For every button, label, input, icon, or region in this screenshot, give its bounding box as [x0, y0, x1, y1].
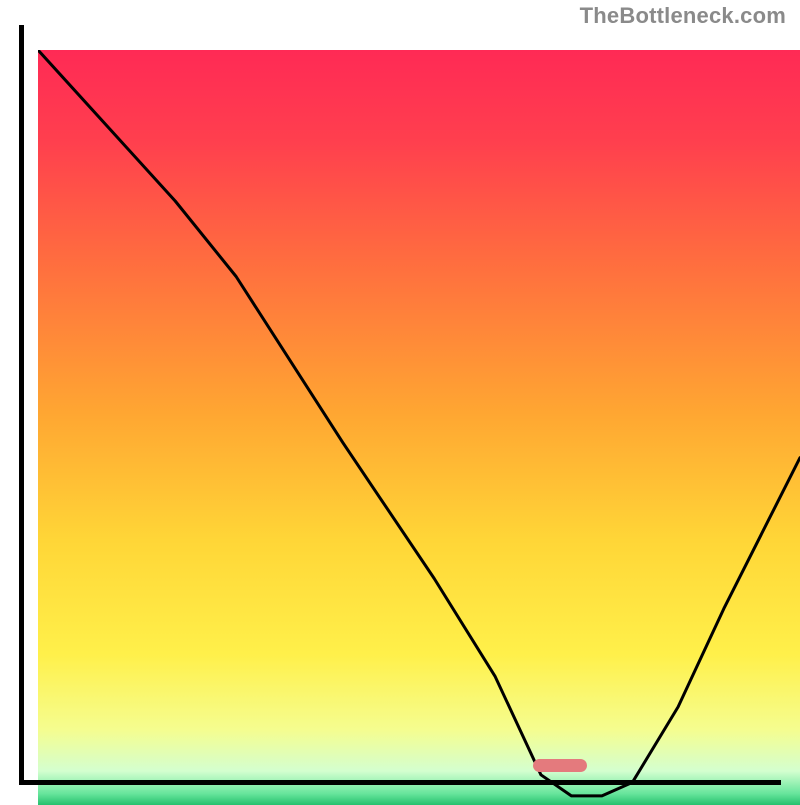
watermark-label: TheBottleneck.com — [580, 3, 786, 29]
y-axis — [19, 25, 24, 780]
optimal-range-marker — [533, 759, 586, 773]
chart-container: TheBottleneck.com — [0, 0, 800, 800]
plot-area — [19, 25, 781, 780]
plot-svg — [38, 50, 800, 805]
x-axis — [19, 780, 781, 785]
